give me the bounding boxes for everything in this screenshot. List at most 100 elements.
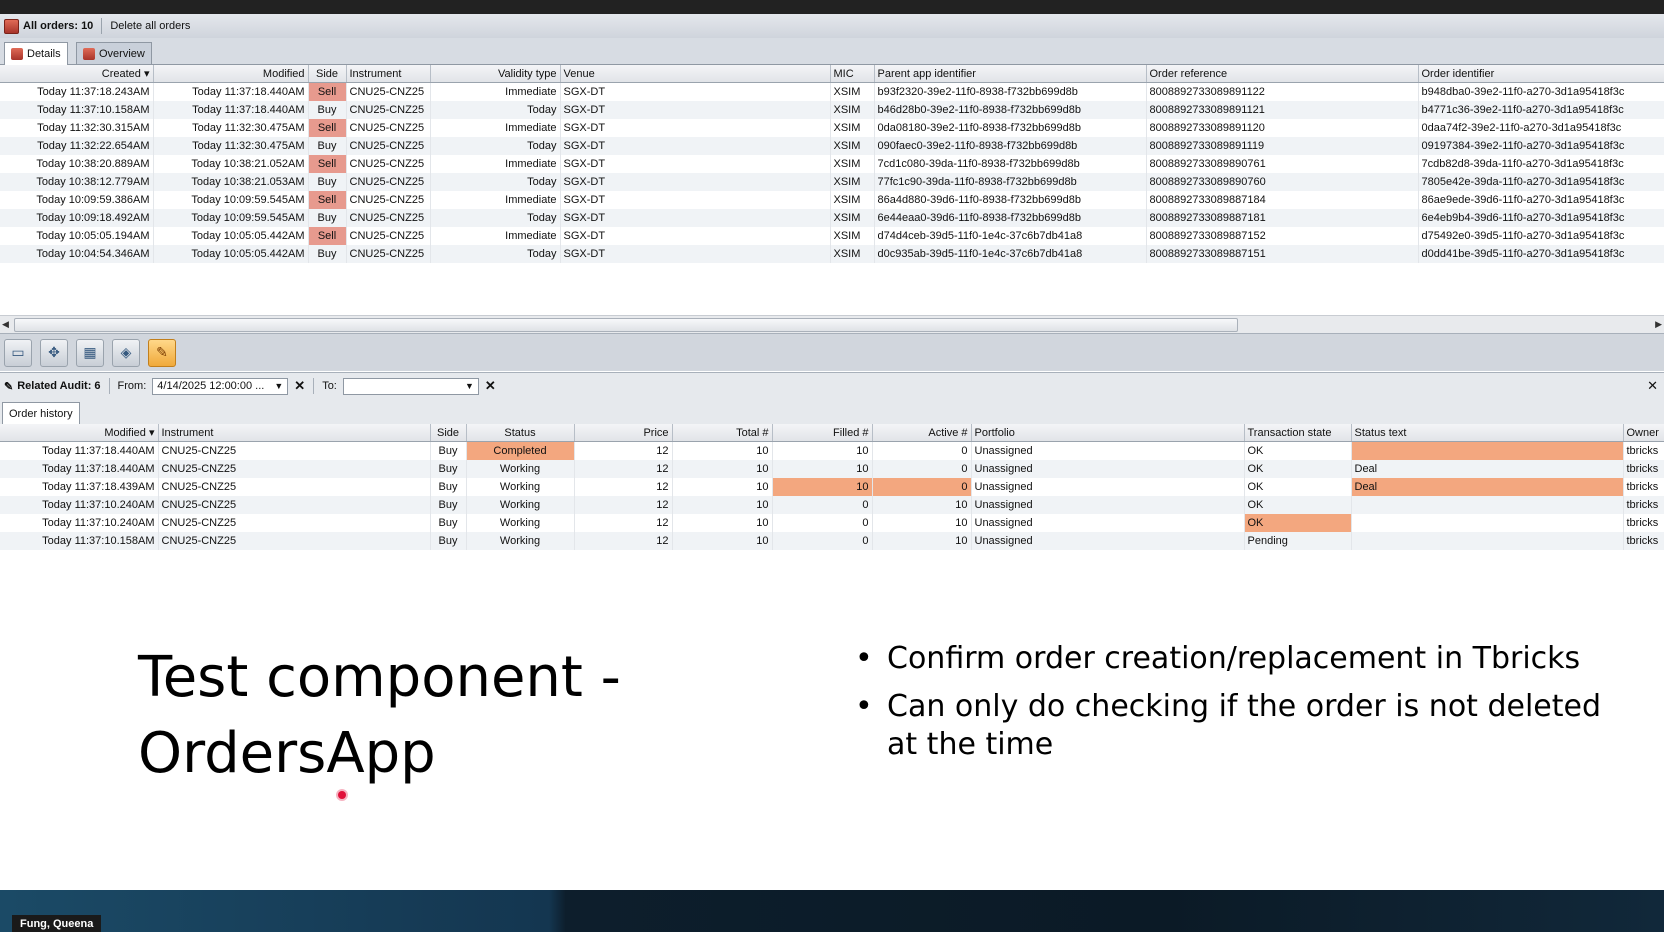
cell-status: Working	[466, 514, 575, 532]
cell-owner: tbricks	[1623, 496, 1664, 514]
cell-created: Today 11:37:10.158AM	[0, 101, 154, 119]
table-row[interactable]: Today 11:37:18.439AM CNU25-CNZ25 Buy Workin…	[0, 478, 1664, 496]
col-total[interactable]: Total #	[672, 424, 773, 442]
table-row[interactable]: Today 10:38:20.889AM Today 10:38:21.052AM…	[0, 155, 1664, 173]
tab-overview[interactable]: Overview	[76, 42, 152, 64]
cell-active: 10	[872, 496, 972, 514]
to-date-picker[interactable]: ▼	[342, 377, 479, 395]
move-icon[interactable]: ✥	[40, 338, 68, 367]
cell-modified: Today 11:37:10.240AM	[0, 514, 159, 532]
cell-order-reference: 8008892733089891121	[1146, 101, 1419, 119]
cell-order-identifier: 7cdb82d8-39da-11f0-a270-3d1a95418f3c	[1418, 155, 1664, 173]
tab-order-history[interactable]: Order history	[2, 402, 80, 425]
cell-parent-app-id: 7cd1c080-39da-11f0-8938-f732bb699d8b	[874, 155, 1147, 173]
cell-order-identifier: 0daa74f2-39e2-11f0-a270-3d1a95418f3c	[1418, 119, 1664, 137]
col-mic[interactable]: MIC	[830, 65, 875, 83]
col-modified[interactable]: Modified	[153, 65, 309, 83]
delete-all-orders-button[interactable]: Delete all orders	[110, 20, 190, 32]
table-row[interactable]: Today 11:37:10.158AM Today 11:37:18.440AM…	[0, 101, 1664, 119]
cell-order-reference: 8008892733089891120	[1146, 119, 1419, 137]
cell-filled: 10	[772, 441, 873, 460]
table-row[interactable]: Today 11:37:10.158AM CNU25-CNZ25 Buy Workin…	[0, 532, 1664, 550]
cell-created: Today 10:09:59.386AM	[0, 191, 154, 209]
table-row[interactable]: Today 11:37:18.440AM CNU25-CNZ25 Buy Workin…	[0, 460, 1664, 478]
table-row[interactable]: Today 10:04:54.346AM Today 10:05:05.442AM…	[0, 245, 1664, 263]
cell-price: 12	[574, 496, 673, 514]
calculator-icon[interactable]: ▦	[76, 338, 104, 367]
col-order-identifier[interactable]: Order identifier	[1418, 65, 1664, 83]
table-row[interactable]: Today 11:37:10.240AM CNU25-CNZ25 Buy Workin…	[0, 514, 1664, 532]
col-status-text[interactable]: Status text	[1351, 424, 1624, 442]
chevron-down-icon[interactable]: ▼	[274, 381, 283, 391]
panel-icon[interactable]: ▭	[4, 338, 32, 367]
cell-created: Today 11:32:22.654AM	[0, 137, 154, 155]
col-side[interactable]: Side	[430, 424, 467, 442]
tab-details[interactable]: Details	[4, 42, 68, 65]
table-row[interactable]: Today 11:32:30.315AM Today 11:32:30.475AM…	[0, 119, 1664, 137]
table-row[interactable]: Today 10:09:18.492AM Today 10:09:59.545AM…	[0, 209, 1664, 227]
cell-transaction-state: OK	[1244, 460, 1352, 478]
close-audit-close-icon[interactable]: ✕	[1647, 378, 1658, 394]
col-venue[interactable]: Venue	[560, 65, 831, 83]
col-order-reference[interactable]: Order reference	[1146, 65, 1419, 83]
col-filled[interactable]: Filled #	[772, 424, 873, 442]
cell-status-text	[1351, 514, 1624, 532]
cell-side: Buy	[308, 137, 347, 155]
cell-mic: XSIM	[830, 227, 875, 245]
orders-title: All orders: 10	[4, 18, 93, 34]
table-row[interactable]: Today 11:37:18.440AM CNU25-CNZ25 Buy Comple…	[0, 441, 1664, 460]
col-transaction-state[interactable]: Transaction state	[1244, 424, 1352, 442]
col-active[interactable]: Active #	[872, 424, 972, 442]
cell-side: Sell	[308, 119, 347, 137]
clear-from-close-icon[interactable]: ✕	[294, 378, 305, 394]
scroll-left-icon[interactable]: ◀	[2, 319, 9, 330]
audit-header-row: Modified ▾ Instrument Side Status Price …	[0, 424, 1664, 442]
cell-active: 10	[872, 532, 972, 550]
cell-total: 10	[672, 532, 773, 550]
cube-icon[interactable]: ◈	[112, 338, 140, 367]
scroll-right-icon[interactable]: ▶	[1655, 319, 1662, 330]
clear-to-close-icon[interactable]: ✕	[485, 378, 496, 394]
cell-venue: SGX-DT	[560, 191, 831, 209]
slide-title-line2: OrdersApp	[138, 721, 436, 786]
col-instrument[interactable]: Instrument	[158, 424, 431, 442]
col-portfolio[interactable]: Portfolio	[971, 424, 1245, 442]
table-row[interactable]: Today 10:09:59.386AM Today 10:09:59.545AM…	[0, 191, 1664, 209]
cell-validity: Today	[430, 245, 561, 263]
orders-grid: Created ▾ Modified Side Instrument Valid…	[0, 65, 1664, 263]
table-row[interactable]: Today 10:38:12.779AM Today 10:38:21.053AM…	[0, 173, 1664, 191]
col-instrument[interactable]: Instrument	[346, 65, 431, 83]
col-parent-app-id[interactable]: Parent app identifier	[874, 65, 1147, 83]
table-row[interactable]: Today 11:37:10.240AM CNU25-CNZ25 Buy Workin…	[0, 496, 1664, 514]
cell-filled: 10	[772, 460, 873, 478]
cell-side: Buy	[308, 173, 347, 191]
cell-created: Today 11:32:30.315AM	[0, 119, 154, 137]
from-date-picker[interactable]: 4/14/2025 12:00:00 ... ▼	[152, 377, 289, 395]
cell-order-identifier: 7805e42e-39da-11f0-a270-3d1a95418f3c	[1418, 173, 1664, 191]
table-row[interactable]: Today 11:37:18.243AM Today 11:37:18.440AM…	[0, 82, 1664, 101]
cell-side: Buy	[430, 460, 467, 478]
orders-horizontal-scrollbar[interactable]: ◀ ▶	[0, 315, 1664, 333]
table-row[interactable]: Today 11:32:22.654AM Today 11:32:30.475AM…	[0, 137, 1664, 155]
cell-order-identifier: b948dba0-39e2-11f0-a270-3d1a95418f3c	[1418, 82, 1664, 101]
cell-validity: Immediate	[430, 82, 561, 101]
col-price[interactable]: Price	[574, 424, 673, 442]
scrollbar-thumb[interactable]	[14, 318, 1238, 332]
col-owner[interactable]: Owner	[1623, 424, 1664, 442]
col-modified[interactable]: Modified ▾	[0, 424, 159, 442]
cell-total: 10	[672, 514, 773, 532]
chevron-down-icon[interactable]: ▼	[465, 381, 474, 391]
col-validity[interactable]: Validity type	[430, 65, 561, 83]
cell-side: Buy	[308, 209, 347, 227]
col-status[interactable]: Status	[466, 424, 575, 442]
audit-icon[interactable]: ✎	[148, 338, 176, 367]
cell-order-identifier: d0dd41be-39d5-11f0-a270-3d1a95418f3c	[1418, 245, 1664, 263]
table-row[interactable]: Today 10:05:05.194AM Today 10:05:05.442AM…	[0, 227, 1664, 245]
cell-side: Buy	[430, 496, 467, 514]
cell-filled: 0	[772, 496, 873, 514]
col-created[interactable]: Created ▾	[0, 65, 154, 83]
col-side[interactable]: Side	[308, 65, 347, 83]
bullet-item: Can only do checking if the order is not…	[855, 688, 1615, 764]
meeting-footer	[0, 890, 1664, 932]
cell-active: 0	[872, 460, 972, 478]
